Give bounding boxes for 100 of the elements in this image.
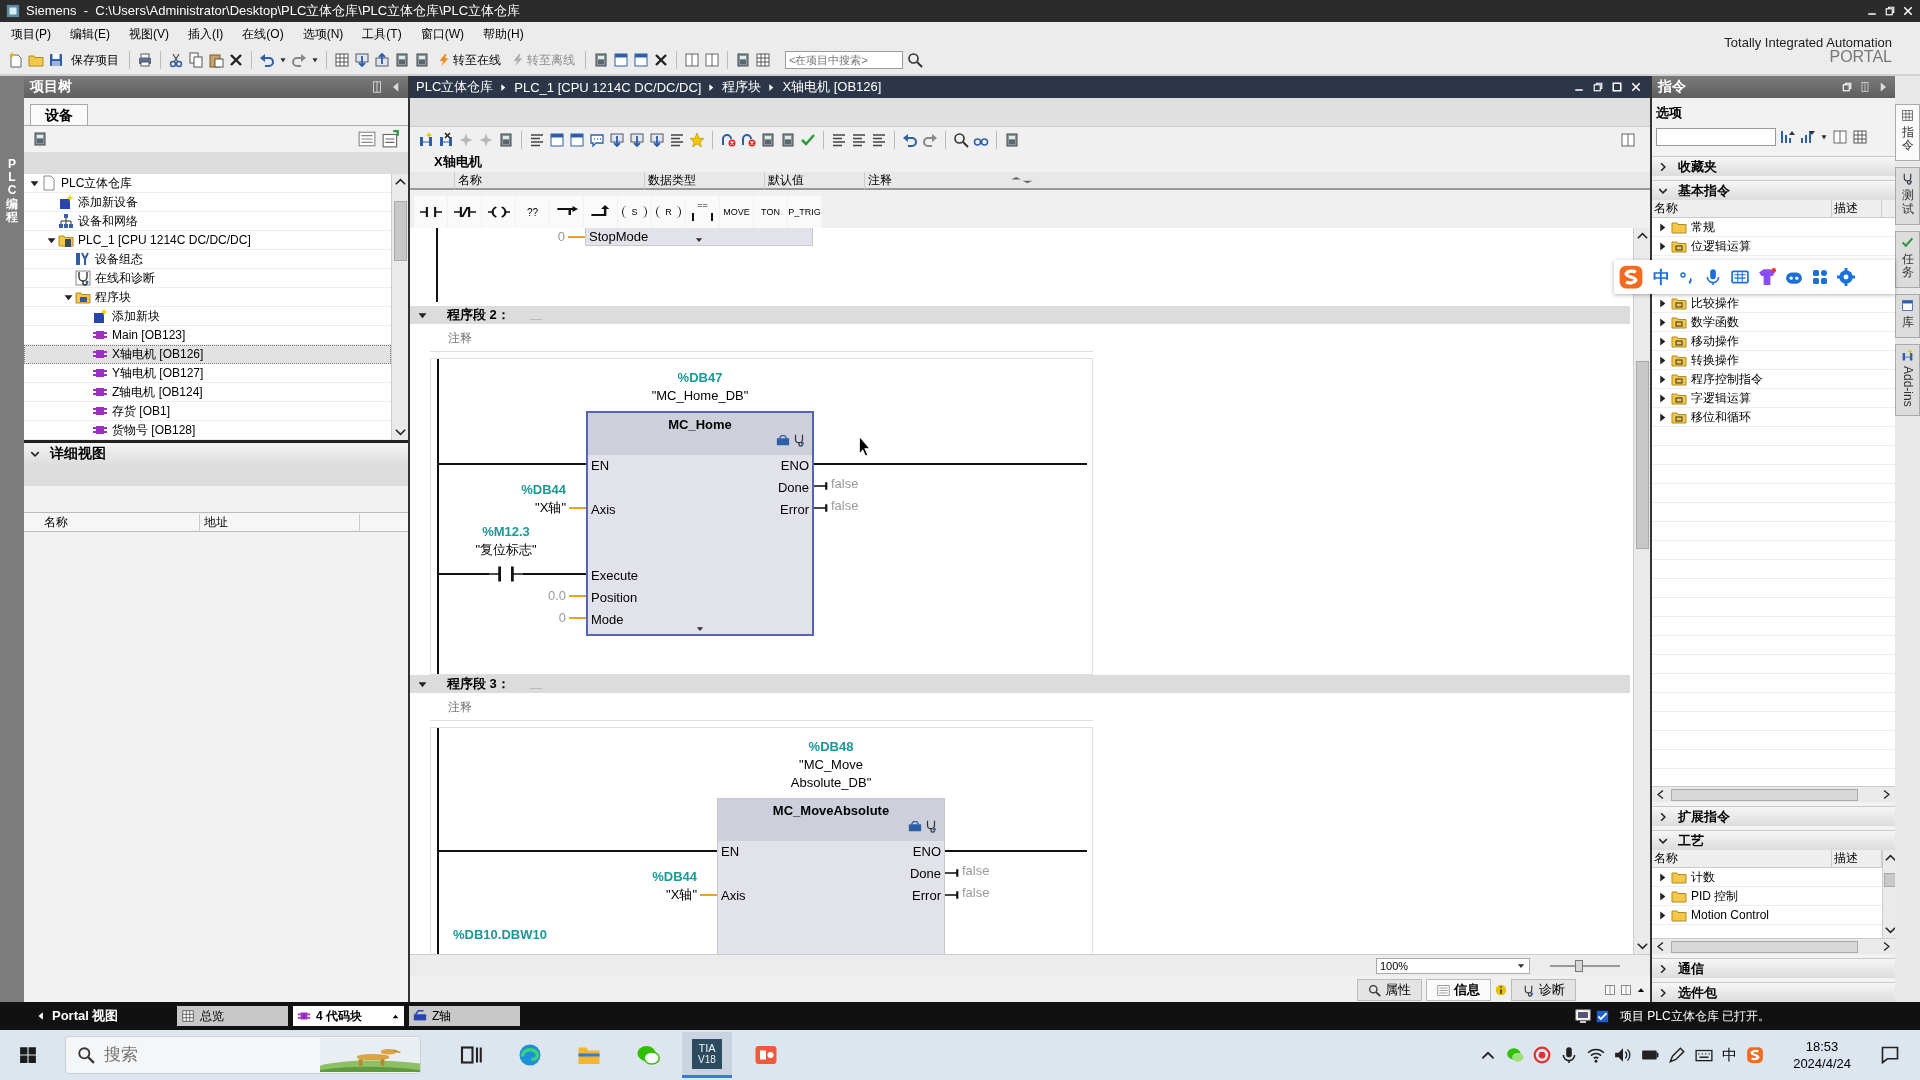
instruction-label: 转换操作 — [1691, 351, 1739, 369]
tab[interactable]: 诊断 — [1511, 979, 1576, 1001]
operand-address: %M12.3 — [482, 523, 530, 541]
search-field[interactable]: <在项目中搜索> — [785, 51, 903, 69]
menu-item[interactable]: 帮助(H) — [483, 25, 524, 43]
instance-name: "MC_Move Absolute_DB" — [790, 756, 872, 792]
column-header[interactable]: 数据类型 — [644, 171, 764, 189]
breadcrumb-item[interactable]: PLC_1 [CPU 1214C DC/DC/DC] — [514, 79, 702, 95]
tree-item[interactable]: PLC立体仓库 — [24, 174, 391, 193]
editor-tab[interactable]: 总览 — [177, 1006, 288, 1026]
input-mode-button[interactable]: 中 — [1653, 265, 1670, 289]
section-header[interactable]: 收藏夹 — [1652, 156, 1895, 176]
instruction-folder-item[interactable]: Motion Control — [1652, 906, 1882, 925]
tree-item[interactable]: Z轴电机 [OB124] — [24, 383, 391, 402]
menu-item[interactable]: 插入(I) — [188, 25, 224, 43]
menu-item[interactable]: 项目(P) — [11, 25, 51, 43]
section-header[interactable]: 工艺 — [1652, 830, 1895, 850]
breadcrumb-item[interactable]: 程序块 — [722, 78, 762, 96]
column-header[interactable]: 注释 — [864, 171, 1008, 189]
function-block[interactable]: StopMode — [585, 228, 813, 246]
tree-item[interactable]: 添加新设备 — [24, 193, 391, 212]
panel-title: 项目树 — [30, 78, 72, 96]
comment-field[interactable]: 注释 — [430, 324, 1093, 352]
input-mode-button[interactable]: 中 — [1722, 1045, 1738, 1065]
menu-item[interactable]: 选项(N) — [302, 25, 344, 43]
column-header[interactable]: 默认值 — [764, 171, 864, 189]
editor-tab[interactable]: Z轴 — [409, 1006, 520, 1026]
breadcrumb-item[interactable]: PLC立体仓库 — [416, 78, 494, 96]
instruction-folder-item[interactable]: 程序控制指令 — [1652, 370, 1895, 389]
side-tab[interactable]: PLC 编程 — [0, 76, 24, 1002]
tree-item[interactable]: 存货 [OB1] — [24, 402, 391, 421]
section-header[interactable]: 通信 — [1652, 958, 1895, 978]
instruction-button[interactable]: P_TRIG — [788, 196, 821, 228]
pin-label: EN — [591, 457, 610, 475]
menu-item[interactable]: 编辑(E) — [70, 25, 110, 43]
tree-item[interactable]: 设备组态 — [24, 250, 391, 269]
tree-item[interactable]: 程序块 — [24, 288, 391, 307]
tree-item-label: 货物号 [OB128] — [112, 421, 196, 439]
menu-item[interactable]: 在线(O) — [242, 25, 284, 43]
instruction-folder-item[interactable]: 常规 — [1652, 218, 1895, 237]
pin-label: ENO — [912, 843, 941, 861]
column-header[interactable]: 地址 — [200, 513, 360, 531]
menu-item[interactable]: 窗口(W) — [420, 25, 464, 43]
editor-tab[interactable]: 4 代码块 — [293, 1006, 404, 1026]
instance-address: %DB47 — [677, 369, 723, 387]
clock[interactable]: 18:53 2024/4/24 — [1793, 1038, 1851, 1072]
set-coil-button[interactable]: S — [618, 196, 651, 228]
column-header[interactable]: 名称 — [1652, 850, 1832, 867]
brand-name: Totally Integrated Automation — [1723, 36, 1892, 50]
instruction-folder-item[interactable]: PID 控制 — [1652, 887, 1882, 906]
instruction-button[interactable]: TON — [754, 196, 787, 228]
pin-label: StopMode — [589, 228, 649, 246]
tree-item[interactable]: PLC_1 [CPU 1214C DC/DC/DC] — [24, 231, 391, 250]
tree-item[interactable]: X轴电机 [OB126] — [24, 345, 391, 364]
side-tab[interactable]: 指令 — [1895, 104, 1920, 162]
breadcrumb-item[interactable]: X轴电机 [OB126] — [782, 78, 882, 96]
instruction-folder-item[interactable]: 转换操作 — [1652, 351, 1895, 370]
menu-item[interactable]: 视图(V) — [129, 25, 169, 43]
side-tab[interactable]: 测试 — [1895, 167, 1920, 225]
tree-item-label: Main [OB123] — [112, 328, 186, 342]
instruction-folder-item[interactable]: 数学函数 — [1652, 313, 1895, 332]
tree-item[interactable]: 添加新块 — [24, 307, 391, 326]
column-header[interactable]: 名称 — [1652, 200, 1832, 217]
empty-box-button[interactable]: ?? — [516, 196, 549, 228]
instruction-button[interactable]: MOVE — [720, 196, 753, 228]
section-header[interactable]: 扩展指令 — [1652, 806, 1895, 826]
operand-value: 0 — [558, 609, 566, 627]
menu-item[interactable]: 工具(T) — [362, 25, 402, 43]
instruction-folder-item[interactable]: 计数 — [1652, 868, 1882, 887]
save-button[interactable]: 保存项目 — [68, 49, 122, 71]
online-button[interactable]: 转至在线 — [434, 49, 504, 71]
side-tab[interactable]: Add-ins — [1895, 344, 1920, 416]
tree-item[interactable]: 设备和网络 — [24, 212, 391, 231]
function-block[interactable]: MC_Home EN Axis Execute Position Mode ENO Done Error — [586, 411, 814, 636]
app-tile[interactable]: TIA V18 — [682, 1032, 732, 1078]
tree-item[interactable]: Y轴电机 [OB127] — [24, 364, 391, 383]
compare-button[interactable]: == — [686, 196, 719, 228]
tab[interactable]: 信息 — [1426, 979, 1491, 1001]
tree-item[interactable]: 在线和诊断 — [24, 269, 391, 288]
comment-field[interactable]: 注释 — [430, 693, 1093, 721]
column-header[interactable]: 名称 — [454, 171, 644, 189]
instruction-folder-item[interactable]: 移动操作 — [1652, 332, 1895, 351]
column-header[interactable]: 描述 — [1832, 200, 1882, 217]
column-header[interactable]: 名称 — [40, 513, 200, 531]
tab[interactable]: 属性 — [1357, 979, 1422, 1001]
section-title: 详细视图 — [50, 444, 106, 463]
instruction-folder-item[interactable]: 字逻辑运算 — [1652, 389, 1895, 408]
section-header[interactable]: 选件包 — [1652, 982, 1895, 1002]
zoom-dropdown[interactable]: 100% — [1376, 957, 1530, 974]
tab[interactable]: 设备 — [30, 104, 88, 125]
function-block[interactable]: MC_MoveAbsolute EN Axis ENO Done Error — [717, 798, 945, 954]
instruction-folder-item[interactable]: 位逻辑运算 — [1652, 237, 1895, 256]
reset-coil-button[interactable]: R — [652, 196, 685, 228]
panel-title: 指令 — [1658, 78, 1686, 96]
section-header[interactable]: 基本指令 — [1652, 180, 1895, 200]
section-title: 通信 — [1678, 959, 1704, 978]
portal-view-button[interactable]: Portal 视图 — [0, 1007, 172, 1025]
operand-value: 0.0 — [547, 587, 566, 605]
side-tab[interactable]: 库 — [1895, 294, 1920, 339]
side-tab[interactable]: 任务 — [1895, 230, 1920, 289]
